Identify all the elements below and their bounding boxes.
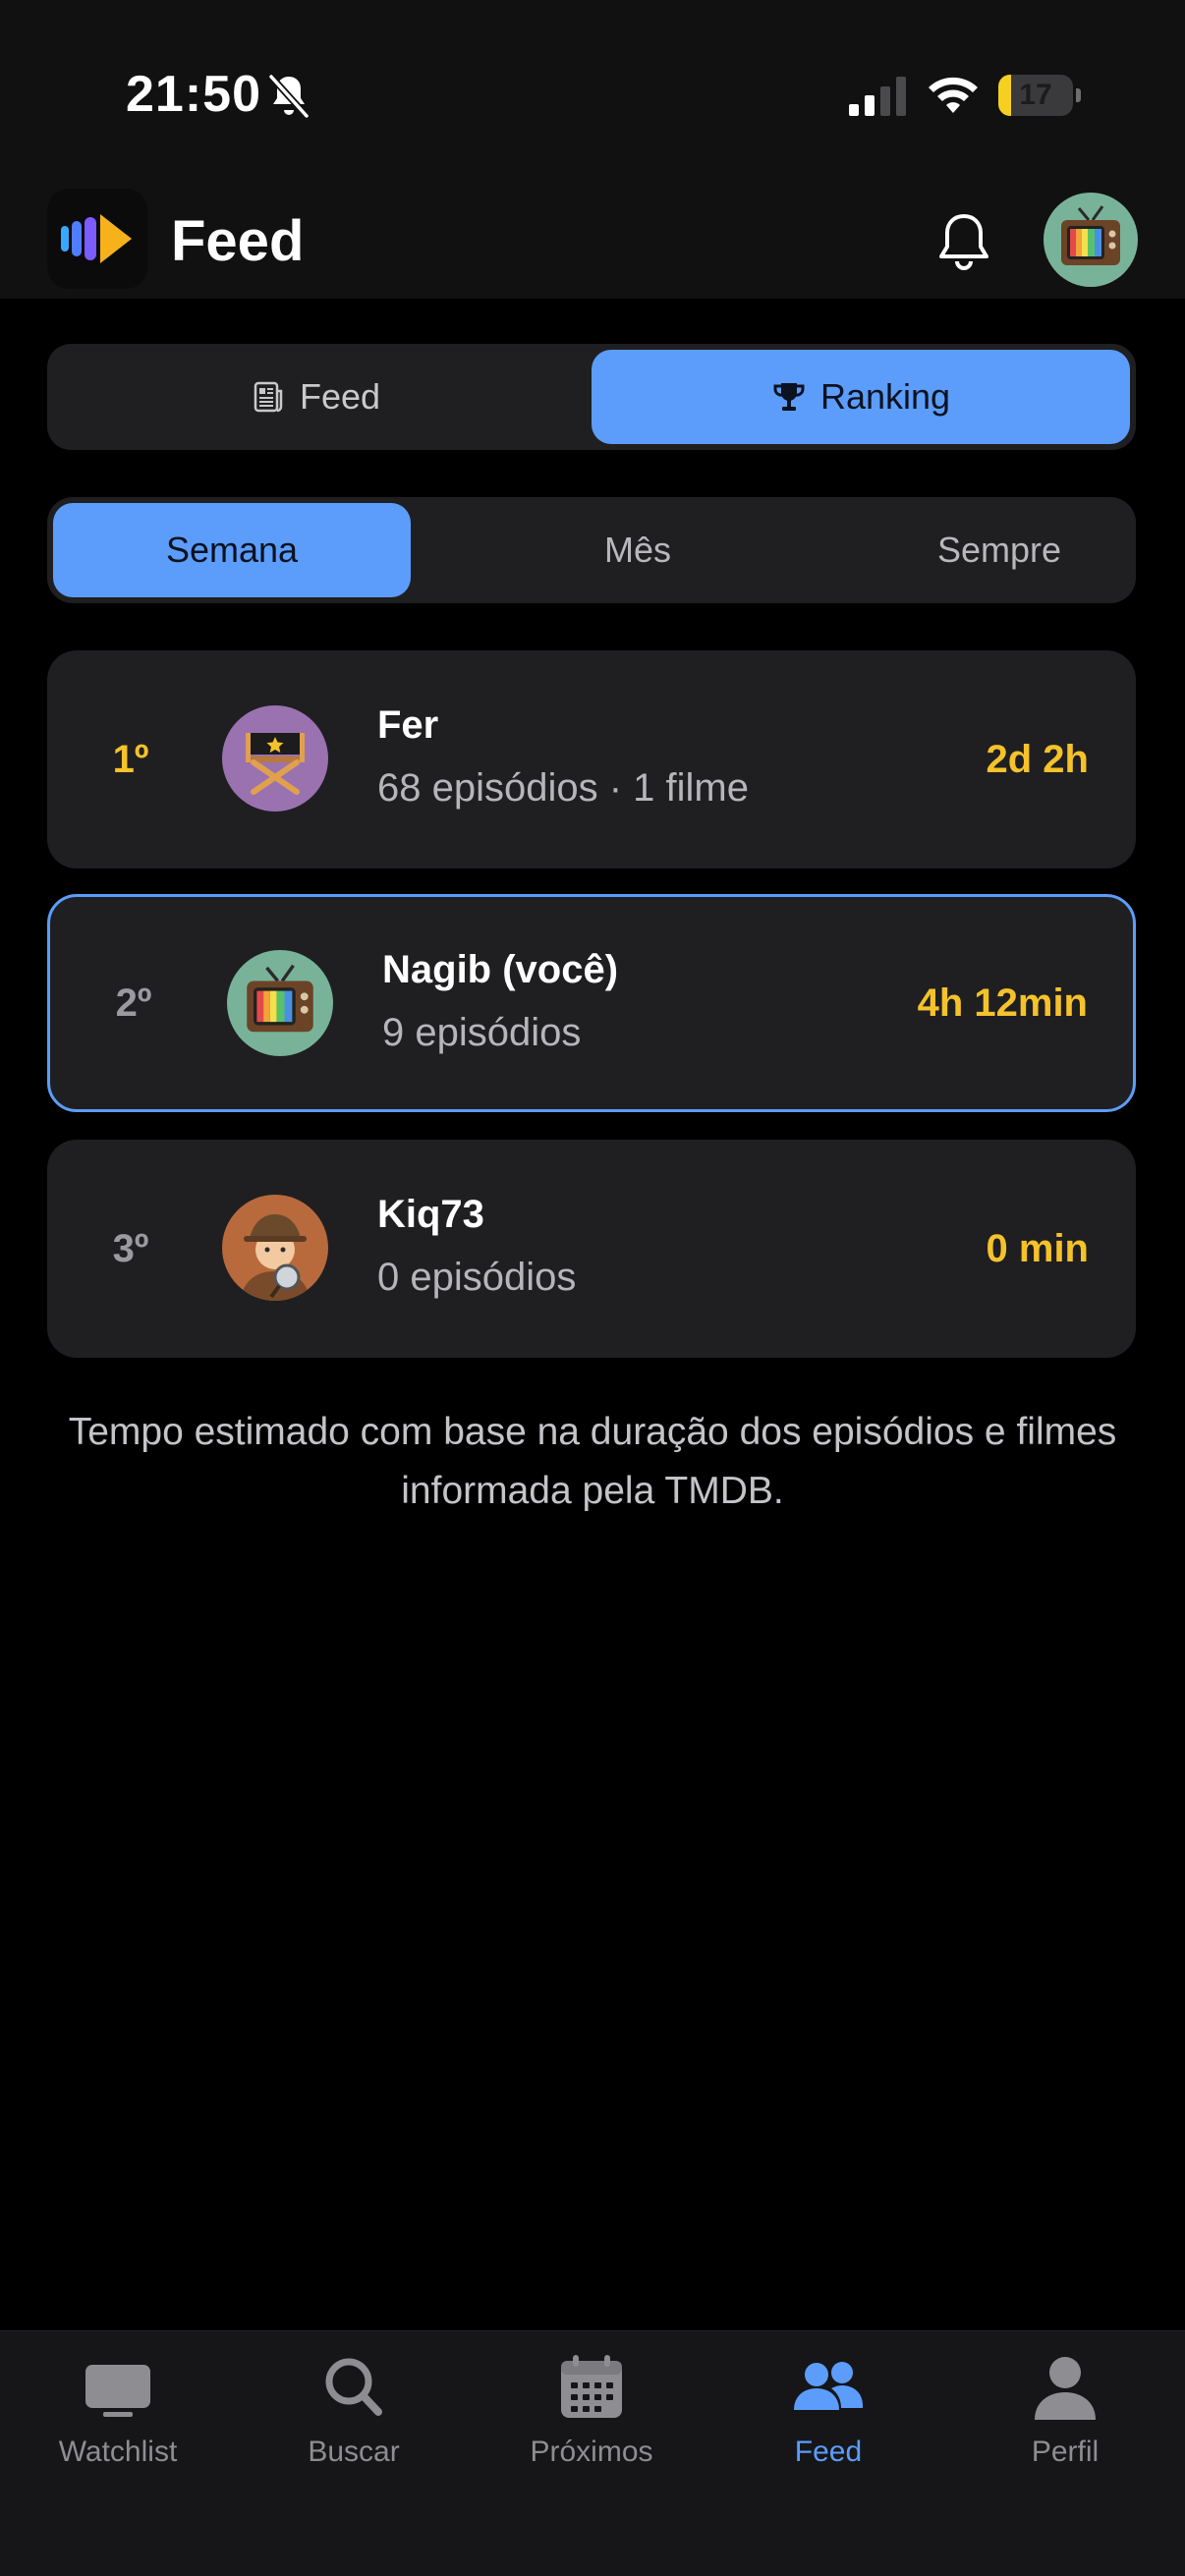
nav-watchlist-label: Watchlist bbox=[58, 2436, 178, 2468]
main-tabs: Feed Ranking bbox=[47, 344, 1136, 450]
director-chair-icon bbox=[222, 705, 328, 812]
ranking-item[interactable]: 3º Kiq73 0 episódios 0 min bbox=[47, 1140, 1136, 1358]
battery-indicator: 17 bbox=[998, 75, 1081, 116]
calendar-icon bbox=[561, 2355, 622, 2418]
rank-watch-time: 0 min bbox=[986, 1226, 1089, 1270]
notifications-bell-icon[interactable] bbox=[933, 210, 994, 275]
nav-watchlist[interactable]: Watchlist bbox=[20, 2353, 216, 2500]
nav-feed[interactable]: Feed bbox=[730, 2353, 927, 2500]
estimate-footnote: Tempo estimado com base na duração dos e… bbox=[68, 1411, 1117, 1512]
profile-avatar[interactable] bbox=[1044, 193, 1138, 287]
app-header: Feed bbox=[0, 187, 1185, 299]
tab-feed[interactable]: Feed bbox=[53, 350, 578, 444]
tab-month[interactable]: Mês bbox=[458, 503, 818, 597]
nav-feed-label: Feed bbox=[794, 2436, 863, 2468]
detective-icon bbox=[222, 1195, 328, 1301]
tab-ranking-label: Ranking bbox=[819, 376, 951, 417]
people-icon bbox=[794, 2362, 863, 2410]
rank-position: 1º bbox=[112, 737, 149, 781]
retro-tv-icon bbox=[227, 950, 333, 1056]
rank-user-stats: 0 episódios bbox=[377, 1256, 577, 1299]
tab-feed-label: Feed bbox=[299, 376, 381, 417]
status-bar: 21:50 17 bbox=[0, 0, 1185, 187]
rank-user-name: Fer bbox=[377, 703, 439, 747]
nav-profile[interactable]: Perfil bbox=[967, 2353, 1163, 2500]
nav-search[interactable]: Buscar bbox=[255, 2353, 452, 2500]
ranking-item[interactable]: 1º Fer 68 episódios · 1 filme 2d 2h bbox=[47, 650, 1136, 868]
tv-icon bbox=[85, 2365, 150, 2417]
tab-week[interactable]: Semana bbox=[53, 503, 411, 597]
rank-user-name: Nagib (você) bbox=[382, 948, 619, 991]
trophy-icon bbox=[773, 383, 805, 411]
nav-search-label: Buscar bbox=[308, 2436, 400, 2468]
period-tabs: Semana Mês Sempre bbox=[47, 497, 1136, 603]
person-icon bbox=[1035, 2357, 1096, 2420]
nav-upcoming[interactable]: Próximos bbox=[493, 2353, 690, 2500]
rank-position: 3º bbox=[112, 1226, 149, 1270]
rank-watch-time: 2d 2h bbox=[986, 737, 1089, 781]
battery-level: 17 bbox=[1019, 79, 1052, 111]
rank-position: 2º bbox=[115, 980, 152, 1025]
nav-upcoming-label: Próximos bbox=[530, 2436, 653, 2468]
wifi-icon bbox=[929, 77, 978, 113]
app-logo bbox=[47, 189, 147, 289]
newspaper-icon bbox=[254, 381, 283, 413]
silent-bell-icon bbox=[268, 74, 310, 119]
rank-watch-time: 4h 12min bbox=[917, 980, 1088, 1025]
status-time: 21:50 bbox=[126, 66, 261, 123]
rank-user-stats: 68 episódios · 1 filme bbox=[377, 766, 749, 810]
nav-profile-label: Perfil bbox=[1031, 2436, 1100, 2468]
rank-user-stats: 9 episódios bbox=[382, 1011, 582, 1054]
search-icon bbox=[325, 2358, 382, 2416]
tab-always[interactable]: Sempre bbox=[819, 503, 1179, 597]
rank-user-name: Kiq73 bbox=[377, 1193, 484, 1236]
tab-ranking[interactable]: Ranking bbox=[592, 350, 1130, 444]
cellular-signal-icon bbox=[849, 77, 906, 116]
ranking-item-current-user[interactable]: 2º Nagib (você) 9 episódios 4h 12min bbox=[47, 894, 1136, 1112]
bottom-nav: Watchlist Buscar Próximos Feed Perfil bbox=[0, 2330, 1185, 2576]
retro-tv-icon bbox=[1061, 205, 1120, 265]
page-title: Feed bbox=[171, 209, 305, 273]
